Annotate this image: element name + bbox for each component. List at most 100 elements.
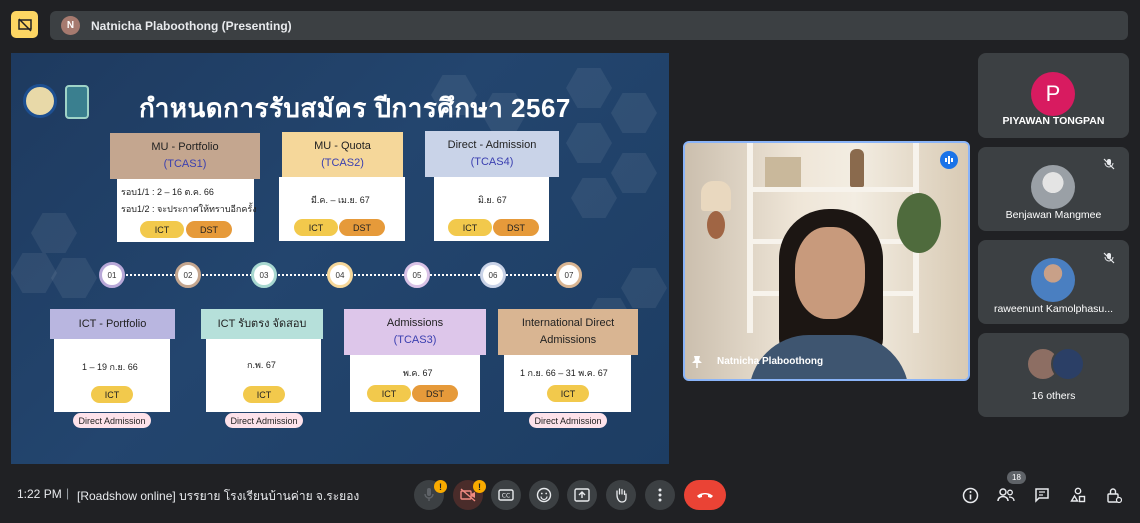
title-separator: | (66, 486, 70, 500)
card-subtitle: (TCAS3) (393, 334, 437, 346)
pill-dst: DST (339, 219, 385, 236)
card-title: International Direct (521, 317, 615, 329)
present-button[interactable] (567, 480, 597, 510)
timeline-node-07: 07 (556, 262, 582, 288)
others-count: 16 others (1031, 390, 1076, 402)
card-line: มี.ค. – เม.ย. 67 (311, 195, 370, 205)
card-international-body (504, 355, 631, 412)
card-title-line2: Admissions (539, 334, 597, 346)
raise-hand-button[interactable] (606, 480, 636, 510)
mic-off-icon (1103, 157, 1117, 171)
svg-text:CC: CC (502, 493, 510, 500)
pill-ict: ICT (367, 385, 411, 402)
pill-ict: ICT (243, 386, 285, 403)
lamp-base (707, 211, 725, 239)
card-title: MU - Quota (314, 139, 371, 152)
person-face (795, 227, 865, 319)
card-line: พ.ค. 67 (403, 368, 433, 378)
direct-admission-tag: Direct Admission (73, 413, 151, 428)
others-avatar-2 (1051, 347, 1085, 381)
lamp (701, 181, 731, 211)
card-direct-admission-header: Direct - Admission (TCAS4) (425, 131, 559, 177)
captions-icon: CC (498, 489, 514, 501)
people-icon[interactable] (997, 486, 1015, 504)
pill-ict: ICT (547, 385, 589, 402)
speaking-indicator-icon (940, 151, 958, 169)
participant-photo (1031, 258, 1075, 302)
more-vert-icon (658, 488, 662, 502)
participant-photo (1031, 165, 1075, 209)
timeline-node-01: 01 (99, 262, 125, 288)
stop-presenting-icon[interactable] (11, 11, 38, 38)
camera-warning-badge: ! (473, 480, 486, 493)
activities-icon[interactable] (1069, 486, 1087, 504)
captions-button[interactable]: CC (491, 480, 521, 510)
pill-dst: DST (493, 219, 539, 236)
card-international-header: International Direct Admissions (498, 309, 638, 355)
timeline-node-03: 03 (251, 262, 277, 288)
mic-off-icon (1103, 251, 1117, 265)
hand-icon (616, 488, 627, 503)
meeting-details-icon[interactable] (961, 486, 979, 504)
university-logo (23, 84, 57, 118)
more-options-button[interactable] (645, 480, 675, 510)
host-controls-icon[interactable] (1105, 486, 1123, 504)
presenter-video-name: Natnicha Plaboothong (717, 356, 824, 367)
participant-name: PIYAWAN TONGPAN (1002, 115, 1105, 127)
end-call-button[interactable] (684, 480, 726, 510)
card-line: รอบ1/2 : จะประกาศให้ทราบอีกครั้ง (121, 204, 257, 214)
card-line: ก.พ. 67 (247, 360, 276, 370)
card-ict-portfolio-header: ICT - Portfolio (50, 309, 175, 339)
pill-ict: ICT (140, 221, 184, 238)
hang-up-icon (697, 493, 713, 498)
timeline-node-04: 04 (327, 262, 353, 288)
card-title: MU - Portfolio (151, 141, 219, 153)
chat-icon[interactable] (1033, 486, 1051, 504)
card-title: ICT - Portfolio (78, 317, 147, 330)
card-admissions-body (350, 355, 480, 412)
shelf (747, 187, 919, 192)
card-ict-direct-exam-header: ICT รับตรง จัดสอบ (201, 309, 323, 339)
direct-admission-tag: Direct Admission (225, 413, 303, 428)
participant-name: raweenunt Kamolphasu... (993, 303, 1114, 315)
pill-ict: ICT (91, 386, 133, 403)
timeline-node-06: 06 (480, 262, 506, 288)
card-subtitle: (TCAS2) (321, 156, 364, 169)
mic-warning-badge: ! (434, 480, 447, 493)
pill-dst: DST (186, 221, 232, 238)
presenter-avatar: N (61, 16, 80, 35)
card-line: 1 ก.ย. 66 – 31 พ.ค. 67 (520, 368, 608, 378)
books (765, 157, 801, 187)
plant (897, 193, 941, 253)
present-screen-icon (574, 488, 590, 502)
card-line: มิ.ย. 67 (478, 195, 507, 205)
meeting-title: [Roadshow online] บรรยาย โรงเรียนบ้านค่า… (77, 489, 360, 503)
card-title: Direct - Admission (447, 139, 537, 151)
participant-name: Benjawan Mangmee (1005, 209, 1102, 221)
pill-ict: ICT (448, 219, 492, 236)
card-title: Admissions (386, 317, 444, 329)
direct-admission-tag: Direct Admission (529, 413, 607, 428)
card-mu-portfolio-header: MU - Portfolio (TCAS1) (110, 133, 260, 179)
presenting-label: Natnicha Plaboothong (Presenting) (91, 19, 292, 33)
card-subtitle: (TCAS1) (163, 158, 207, 170)
pill-ict: ICT (294, 219, 338, 236)
card-line: 1 – 19 ก.ย. 66 (82, 362, 138, 372)
pin-icon[interactable] (691, 355, 705, 369)
participant-avatar: P (1031, 72, 1075, 116)
slide-title: กำหนดการรับสมัคร ปีการศึกษา 2567 (139, 93, 571, 123)
card-subtitle: (TCAS4) (470, 156, 514, 168)
shared-slide: กำหนดการรับสมัคร ปีการศึกษา 2567 MU - Po… (11, 53, 669, 464)
faculty-logo (65, 85, 89, 119)
card-admissions-header: Admissions (TCAS3) (344, 309, 486, 355)
pill-dst: DST (412, 385, 458, 402)
clock: 1:22 PM (17, 487, 62, 501)
card-title: ICT รับตรง จัดสอบ (217, 317, 307, 330)
presenter-video-tile[interactable] (683, 141, 970, 381)
reactions-button[interactable] (529, 480, 559, 510)
emoji-icon (536, 487, 552, 503)
timeline-node-05: 05 (404, 262, 430, 288)
card-line: รอบ1/1 : 2 – 16 ต.ค. 66 (121, 187, 214, 197)
people-count-badge: 18 (1007, 471, 1026, 484)
card-mu-quota-header: MU - Quota (TCAS2) (282, 132, 403, 177)
